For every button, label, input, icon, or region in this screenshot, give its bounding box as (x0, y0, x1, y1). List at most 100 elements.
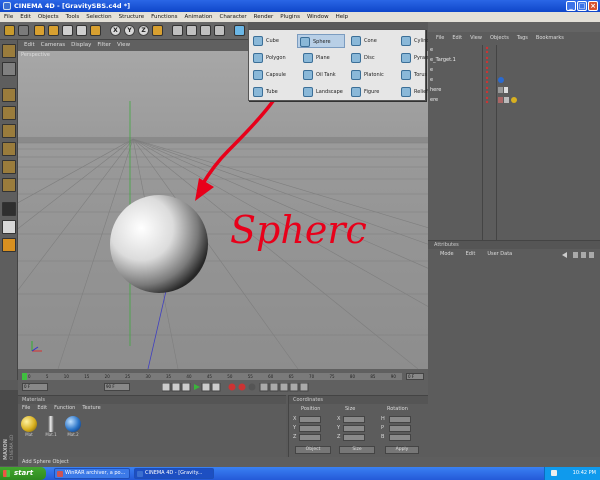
current-frame-field[interactable]: 0 F (406, 373, 424, 380)
viewport-menu-filter[interactable]: Filter (97, 40, 111, 51)
move-tool-icon[interactable] (34, 25, 45, 36)
rotation-b-field[interactable] (389, 434, 411, 441)
make-editable-icon[interactable] (2, 44, 16, 58)
move-icon[interactable] (48, 25, 59, 36)
sphere-object[interactable] (110, 195, 208, 293)
render-view-icon[interactable] (172, 25, 183, 36)
materials-menu-function[interactable]: Function (54, 404, 75, 413)
menu-file[interactable]: File (4, 12, 13, 22)
render-region-icon[interactable] (186, 25, 197, 36)
render-picture-viewer-icon[interactable] (200, 25, 211, 36)
menu-item-platonic[interactable]: Platonic (349, 68, 397, 82)
position-z-field[interactable] (299, 434, 321, 441)
material-swatch[interactable]: Mat.1 (42, 416, 60, 442)
attributes-menu-mode[interactable]: Mode (440, 249, 454, 259)
objmgr-menu-view[interactable]: View (470, 34, 482, 43)
materials-menu-edit[interactable]: Edit (37, 404, 47, 413)
menu-edit[interactable]: Edit (20, 12, 31, 22)
size-x-field[interactable] (343, 416, 365, 423)
menu-help[interactable]: Help (336, 12, 349, 22)
workplane-icon[interactable] (2, 220, 16, 234)
menu-item-capsule[interactable]: Capsule (251, 68, 299, 82)
start-frame-field[interactable]: 0 F (22, 383, 48, 391)
use-axis-tool-icon[interactable] (2, 124, 16, 138)
materials-menu-texture[interactable]: Texture (82, 404, 100, 413)
menu-item-figure[interactable]: Figure (349, 85, 397, 99)
menu-item-landscape[interactable]: Landscape (301, 85, 349, 99)
menu-animation[interactable]: Animation (184, 12, 212, 22)
last-tool-icon[interactable] (90, 25, 101, 36)
coordinate-system-icon[interactable] (152, 25, 163, 36)
coordinate-mode-dropdown[interactable]: Object (295, 446, 331, 454)
tray-network-icon[interactable] (551, 470, 557, 476)
menu-selection[interactable]: Selection (86, 12, 111, 22)
objmgr-menu-objects[interactable]: Objects (490, 34, 509, 43)
menu-item-sphere[interactable]: Sphere (297, 34, 345, 48)
position-y-field[interactable] (299, 425, 321, 432)
taskbar-item-cinema4d[interactable]: CINEMA 4D - [Gravity... (134, 468, 214, 479)
menu-item-polygon[interactable]: Polygon (251, 51, 299, 65)
material-swatch[interactable]: Mat.2 (64, 416, 82, 442)
render-settings-icon[interactable] (214, 25, 225, 36)
objmgr-menu-file[interactable]: File (436, 34, 444, 43)
end-frame-field[interactable]: 90 F (104, 383, 130, 391)
menu-item-oil-tank[interactable]: Oil Tank (301, 68, 349, 82)
menu-item-cone[interactable]: Cone (349, 34, 397, 48)
material-ball (21, 416, 37, 432)
attributes-menu-edit[interactable]: Edit (466, 249, 476, 259)
scale-icon[interactable] (62, 25, 73, 36)
menu-window[interactable]: Window (307, 12, 329, 22)
maximize-button[interactable]: □ (577, 1, 587, 11)
primitive-cube-icon[interactable] (234, 25, 245, 36)
rotate-icon[interactable] (76, 25, 87, 36)
menu-functions[interactable]: Functions (151, 12, 177, 22)
viewport-menu-display[interactable]: Display (71, 40, 91, 51)
apply-button[interactable]: Apply (385, 446, 419, 454)
objmgr-menu-bookmarks[interactable]: Bookmarks (536, 34, 564, 43)
size-mode-dropdown[interactable]: Size (339, 446, 375, 454)
menu-item-disc[interactable]: Disc (349, 51, 397, 65)
rotation-p-field[interactable] (389, 425, 411, 432)
rotation-h-field[interactable] (389, 416, 411, 423)
timeline-ruler[interactable]: 0 5 10 15 20 25 30 35 40 45 50 55 60 65 … (22, 373, 402, 380)
menu-item-tube[interactable]: Tube (251, 85, 299, 99)
y-axis-button[interactable]: Y (124, 25, 135, 36)
use-points-tool-icon[interactable] (2, 142, 16, 156)
size-y-field[interactable] (343, 425, 365, 432)
redo-icon[interactable] (18, 25, 29, 36)
taskbar-item-winrar[interactable]: WinRAR archiver, a po... (54, 468, 130, 479)
materials-menu-file[interactable]: File (22, 404, 30, 413)
menu-character[interactable]: Character (219, 12, 246, 22)
close-button[interactable]: × (588, 1, 598, 11)
material-manager: Materials File Edit Function Texture Mat… (18, 395, 286, 457)
solo-icon[interactable] (2, 238, 16, 252)
use-object-tool-icon[interactable] (2, 88, 16, 102)
position-x-field[interactable] (299, 416, 321, 423)
undo-icon[interactable] (4, 25, 15, 36)
use-model-tool-icon[interactable] (2, 62, 16, 76)
menu-item-cube[interactable]: Cube (251, 34, 299, 48)
use-texture-tool-icon[interactable] (2, 106, 16, 120)
menu-item-plane[interactable]: Plane (301, 51, 349, 65)
start-button[interactable]: start (0, 467, 46, 480)
menu-plugins[interactable]: Plugins (280, 12, 300, 22)
objmgr-menu-tags[interactable]: Tags (517, 34, 528, 43)
x-axis-button[interactable]: X (110, 25, 121, 36)
menu-objects[interactable]: Objects (38, 12, 59, 22)
use-polygons-tool-icon[interactable] (2, 178, 16, 192)
minimize-button[interactable]: _ (566, 1, 576, 11)
viewport-menu-view[interactable]: View (117, 40, 130, 51)
snap-icon[interactable] (2, 202, 16, 216)
menu-structure[interactable]: Structure (119, 12, 145, 22)
menu-tools[interactable]: Tools (66, 12, 80, 22)
size-z-field[interactable] (343, 434, 365, 441)
z-axis-button[interactable]: Z (138, 25, 149, 36)
viewport-menu-edit[interactable]: Edit (24, 40, 35, 51)
objmgr-menu-edit[interactable]: Edit (452, 34, 462, 43)
viewport-menu-cameras[interactable]: Cameras (41, 40, 65, 51)
transport-buttons[interactable] (162, 383, 322, 392)
menu-render[interactable]: Render (254, 12, 274, 22)
attributes-menu-user-data[interactable]: User Data (487, 249, 512, 259)
material-swatch[interactable]: Mat (20, 416, 38, 442)
use-edges-tool-icon[interactable] (2, 160, 16, 174)
